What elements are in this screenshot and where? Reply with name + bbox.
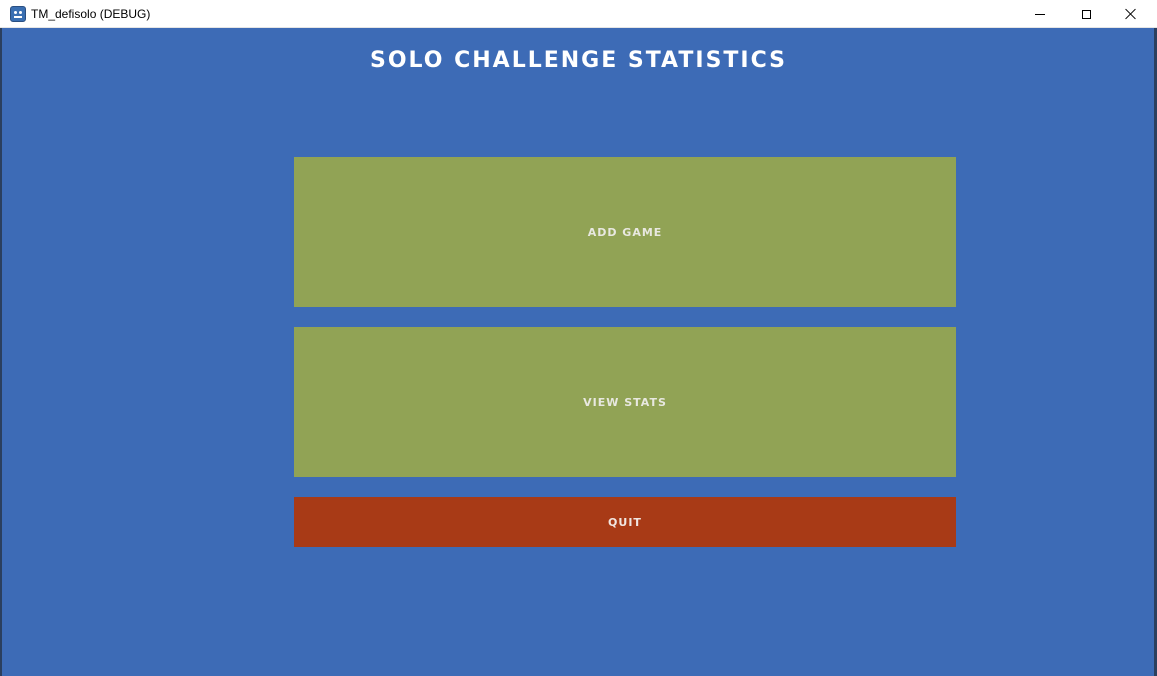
window-border-left	[0, 28, 2, 676]
quit-label: QUIT	[608, 515, 642, 529]
minimize-button[interactable]	[1017, 0, 1063, 28]
page-title: SOLO CHALLENGE STATISTICS	[369, 48, 788, 73]
close-icon	[1125, 8, 1137, 20]
view-stats-label: VIEW STATS	[583, 395, 667, 409]
title-bar[interactable]: TM_defisolo (DEBUG)	[0, 0, 1157, 28]
add-game-label: ADD GAME	[587, 225, 663, 239]
minimize-icon	[1035, 13, 1045, 15]
app-window: TM_defisolo (DEBUG) SOLO CHALLENGE STATI…	[0, 0, 1157, 676]
add-game-button[interactable]: ADD GAME	[294, 157, 956, 307]
close-button[interactable]	[1108, 0, 1154, 28]
app-icon	[10, 6, 26, 22]
maximize-icon	[1081, 9, 1091, 19]
window-title: TM_defisolo (DEBUG)	[31, 7, 151, 21]
maximize-button[interactable]	[1063, 0, 1109, 28]
view-stats-button[interactable]: VIEW STATS	[294, 327, 956, 477]
quit-button[interactable]: QUIT	[294, 497, 956, 547]
